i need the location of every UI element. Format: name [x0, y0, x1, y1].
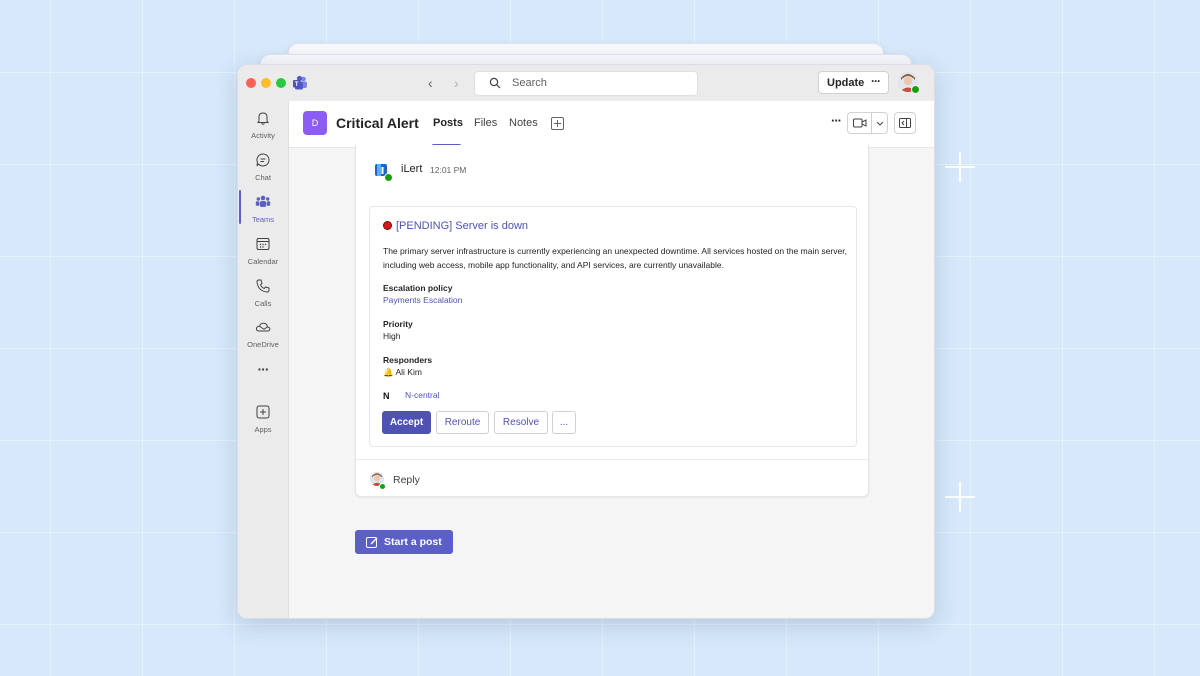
update-button[interactable]: Update ··· [818, 71, 889, 94]
reply-button[interactable]: Reply [393, 474, 420, 486]
channel-more-options-icon[interactable]: ··· [831, 113, 842, 128]
teams-logo-icon: T [293, 75, 307, 90]
n-central-logo-icon: N [383, 391, 390, 401]
phone-icon [256, 279, 270, 293]
rail-label-calls: Calls [254, 299, 272, 308]
message-post: iLert 12:01 PM [PENDING] Server is down … [355, 145, 869, 497]
rail-label-activity: Activity [251, 131, 275, 140]
start-a-post-button[interactable]: Start a post [355, 530, 453, 554]
update-label: Update [827, 77, 865, 89]
bell-icon [257, 112, 269, 125]
escalation-policy-link[interactable]: Payments Escalation [383, 295, 462, 305]
message-time: 12:01 PM [430, 165, 467, 175]
red-circle-icon [383, 221, 392, 230]
rail-label-calendar: Calendar [247, 257, 279, 266]
zoom-window-button[interactable] [276, 78, 286, 88]
search-placeholder: Search [512, 77, 547, 89]
reply-divider [356, 459, 868, 460]
rail-item-apps[interactable]: Apps [238, 402, 288, 440]
responders-label: Responders [383, 355, 433, 365]
resolve-button[interactable]: Resolve [494, 411, 548, 434]
tab-notes[interactable]: Notes [509, 117, 538, 129]
presence-available-icon [911, 85, 920, 94]
message-sender: iLert [401, 163, 423, 175]
alert-title[interactable]: [PENDING] Server is down [396, 220, 528, 232]
add-tab-icon[interactable] [551, 117, 564, 130]
rail-label-chat: Chat [255, 173, 271, 182]
channel-title: Critical Alert [336, 115, 419, 131]
search-input[interactable]: Search [474, 71, 698, 96]
chat-icon [256, 153, 270, 167]
back-arrow-icon[interactable]: ‹ [428, 75, 433, 91]
calendar-icon [256, 238, 270, 250]
rail-item-onedrive[interactable]: OneDrive [238, 317, 288, 355]
close-window-button[interactable] [246, 78, 256, 88]
tab-files[interactable]: Files [474, 117, 497, 129]
teams-icon [255, 195, 271, 207]
rail-item-chat[interactable]: Chat [238, 150, 288, 188]
start-a-post-label: Start a post [384, 536, 442, 548]
rail-item-calls[interactable]: Calls [238, 276, 288, 314]
chevron-down-icon[interactable] [876, 121, 884, 127]
more-actions-button[interactable]: ... [552, 411, 576, 434]
rail-label-onedrive: OneDrive [247, 340, 279, 349]
accept-button[interactable]: Accept [382, 411, 431, 434]
adaptive-card: [PENDING] Server is down The primary ser… [369, 206, 857, 447]
cloud-icon [255, 322, 271, 332]
presence-available-icon [379, 483, 386, 490]
rail-item-teams[interactable]: Teams [238, 190, 288, 230]
side-panel-icon [899, 118, 911, 128]
svg-text:T: T [295, 82, 299, 88]
background-sparkle-icon [945, 152, 975, 182]
reroute-button[interactable]: Reroute [436, 411, 489, 434]
more-apps-icon: ··· [257, 361, 270, 377]
channel-content: D Critical Alert Posts Files Notes ··· i… [289, 101, 934, 618]
priority-label: Priority [383, 319, 413, 329]
search-icon [489, 77, 501, 89]
forward-arrow-icon[interactable]: › [454, 75, 459, 91]
button-divider [871, 113, 872, 133]
responders-value: 🔔 Ali Kim [383, 367, 422, 377]
rail-item-calendar[interactable]: Calendar [238, 234, 288, 272]
more-options-icon[interactable]: ··· [871, 74, 881, 88]
compose-icon [366, 537, 378, 548]
tab-posts[interactable]: Posts [433, 117, 463, 129]
rail-item-activity[interactable]: Activity [238, 108, 288, 146]
escalation-policy-label: Escalation policy [383, 283, 453, 293]
open-side-panel-button[interactable] [894, 112, 916, 134]
alert-description: The primary server infrastructure is cur… [383, 246, 847, 270]
app-rail: Activity Chat Teams Calendar Calls OneDr… [238, 101, 289, 618]
teams-window: T ‹ › Search Update ··· Activity Chat Te… [237, 64, 935, 619]
priority-value: High [383, 331, 401, 341]
add-app-icon [256, 405, 270, 419]
rail-label-apps: Apps [254, 425, 272, 434]
meet-now-button[interactable] [847, 112, 888, 134]
team-avatar[interactable]: D [303, 111, 327, 135]
channel-header: D Critical Alert Posts Files Notes ··· [289, 101, 934, 148]
n-central-link[interactable]: N-central [405, 390, 439, 400]
rail-label-teams: Teams [251, 215, 275, 224]
video-camera-icon [853, 118, 867, 128]
background-sparkle-icon [945, 482, 975, 512]
title-bar: T ‹ › Search Update ··· [238, 65, 934, 101]
rail-item-more[interactable]: ··· [238, 361, 288, 399]
minimize-window-button[interactable] [261, 78, 271, 88]
presence-available-icon [384, 173, 393, 182]
